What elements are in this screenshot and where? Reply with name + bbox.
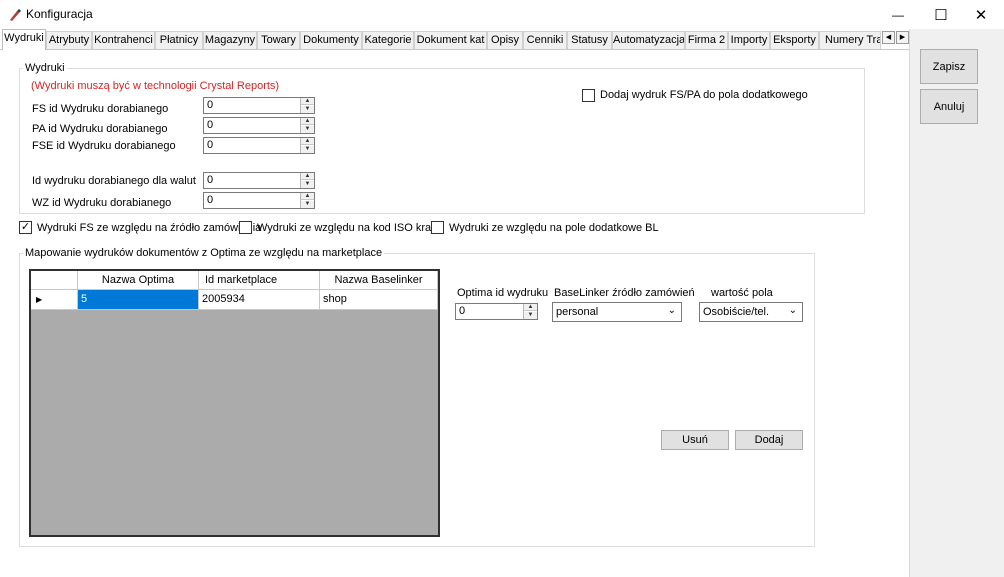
spin-up-icon[interactable]: ▲	[524, 304, 537, 311]
tab-importy[interactable]: Importy	[728, 31, 770, 49]
grid-cell-nazwa-optima[interactable]: 5	[78, 290, 199, 310]
spin-down-icon[interactable]: ▼	[524, 312, 537, 319]
tab-dokumenty[interactable]: Dokumenty	[300, 31, 362, 49]
tab-firma-2[interactable]: Firma 2	[685, 31, 728, 49]
spin-down-icon[interactable]: ▼	[301, 181, 314, 188]
crystal-reports-note: (Wydruki muszą być w technologii Crystal…	[31, 80, 280, 92]
field-value-value: Osobiście/tel.	[703, 306, 770, 318]
optima-id-label: Optima id wydruku	[457, 287, 549, 299]
fs-id-spinner[interactable]: 0 ▲ ▼	[203, 97, 315, 114]
currency-print-id-label: Id wydruku dorabianego dla walut	[32, 175, 196, 187]
iso-country-checkbox[interactable]	[239, 221, 252, 234]
field-value-label: wartość pola	[711, 287, 773, 299]
save-button[interactable]: Zapisz	[920, 49, 978, 84]
tab-platnicy[interactable]: Płatnicy	[155, 31, 203, 49]
currency-print-id-value: 0	[207, 174, 214, 186]
spin-up-icon[interactable]: ▲	[301, 138, 314, 145]
tab-dokument-kat[interactable]: Dokument kat	[414, 31, 487, 49]
tab-strip-border	[0, 49, 909, 50]
currency-print-id-spinner[interactable]: 0 ▲ ▼	[203, 172, 315, 189]
spin-down-icon[interactable]: ▼	[301, 201, 314, 208]
close-button[interactable]: ✕	[958, 0, 1004, 29]
tab-atrybuty[interactable]: Atrybuty	[46, 31, 92, 49]
fs-id-value: 0	[207, 99, 214, 111]
wydruki-group-title: Wydruki	[23, 62, 67, 74]
pa-id-value: 0	[207, 119, 214, 131]
tab-wydruki[interactable]: Wydruki	[2, 29, 46, 50]
title-bar: Konfiguracja — ☐ ✕	[0, 0, 1004, 29]
iso-country-label: Wydruki ze względu na kod ISO kraju	[257, 222, 440, 234]
bl-source-label: BaseLinker źródło zamówień	[554, 287, 695, 299]
window-title: Konfiguracja	[26, 7, 93, 21]
pa-id-spinner[interactable]: 0 ▲ ▼	[203, 117, 315, 134]
spin-up-icon[interactable]: ▲	[301, 173, 314, 180]
grid-header-nazwa-baselinker[interactable]: Nazwa Baselinker	[320, 271, 438, 290]
arrow-right-icon: ▶	[899, 34, 906, 41]
tab-numery-trac[interactable]: Numery Trac	[819, 31, 881, 49]
grid-corner-header	[31, 271, 78, 290]
source-order-checkbox[interactable]: ✓	[19, 221, 32, 234]
mapping-grid[interactable]: Nazwa Optima Id marketplace Nazwa Baseli…	[29, 269, 440, 537]
bl-extra-field-checkbox[interactable]	[431, 221, 444, 234]
chevron-down-icon: ⌄	[788, 305, 797, 316]
close-icon: ✕	[974, 6, 988, 24]
optima-id-value: 0	[459, 305, 466, 317]
fse-id-label: FSE id Wydruku dorabianego	[32, 140, 176, 152]
minimize-button[interactable]: —	[875, 0, 921, 29]
pa-id-label: PA id Wydruku dorabianego	[32, 123, 168, 135]
bl-source-value: personal	[556, 306, 599, 318]
fse-id-spinner[interactable]: 0 ▲ ▼	[203, 137, 315, 154]
tab-scroll-right-button[interactable]: ▶	[896, 31, 909, 44]
spin-up-icon[interactable]: ▲	[301, 98, 314, 105]
tab-eksporty[interactable]: Eksporty	[770, 31, 819, 49]
bl-source-select[interactable]: personal ⌄	[552, 302, 682, 322]
source-order-label: Wydruki FS ze względu na źródło zamówien…	[37, 222, 262, 234]
grid-cell-nazwa-baselinker[interactable]: shop	[320, 290, 438, 310]
fs-id-label: FS id Wydruku dorabianego	[32, 103, 169, 115]
add-button[interactable]: Dodaj	[735, 430, 803, 450]
field-value-select[interactable]: Osobiście/tel. ⌄	[699, 302, 803, 322]
wz-id-spinner[interactable]: 0 ▲ ▼	[203, 192, 315, 209]
tab-opisy[interactable]: Opisy	[487, 31, 523, 49]
chevron-down-icon: ⌄	[667, 305, 676, 316]
maximize-icon: ☐	[934, 6, 948, 24]
app-icon	[10, 9, 21, 21]
cancel-button[interactable]: Anuluj	[920, 89, 978, 124]
wz-id-label: WZ id Wydruku dorabianego	[32, 197, 172, 209]
add-fs-pa-label: Dodaj wydruk FS/PA do pola dodatkowego	[600, 89, 808, 101]
spin-up-icon[interactable]: ▲	[301, 193, 314, 200]
tab-towary[interactable]: Towary	[257, 31, 300, 49]
tab-automatyzacja[interactable]: Automatyzacja	[612, 31, 685, 49]
row-marker-icon[interactable]: ▶	[31, 290, 78, 310]
spin-up-icon[interactable]: ▲	[301, 118, 314, 125]
add-fs-pa-checkbox[interactable]	[582, 89, 595, 102]
mapping-group-title: Mapowanie wydruków dokumentów z Optima z…	[23, 247, 385, 259]
spin-down-icon[interactable]: ▼	[301, 106, 314, 113]
spin-down-icon[interactable]: ▼	[301, 126, 314, 133]
tab-statusy[interactable]: Statusy	[567, 31, 612, 49]
wz-id-value: 0	[207, 194, 214, 206]
tab-magazyny[interactable]: Magazyny	[203, 31, 257, 49]
grid-header-id-marketplace[interactable]: Id marketplace	[199, 271, 320, 290]
optima-id-spinner[interactable]: 0 ▲ ▼	[455, 303, 538, 320]
grid-cell-id-marketplace[interactable]: 2005934	[199, 290, 320, 310]
tab-kategorie[interactable]: Kategorie	[362, 31, 414, 49]
tab-scroll-left-button[interactable]: ◀	[882, 31, 895, 44]
tab-kontrahenci[interactable]: Kontrahenci	[92, 31, 155, 49]
remove-button[interactable]: Usuń	[661, 430, 729, 450]
bl-extra-field-label: Wydruki ze względu na pole dodatkowe BL	[449, 222, 659, 234]
fse-id-value: 0	[207, 139, 214, 151]
arrow-left-icon: ◀	[885, 34, 892, 41]
grid-header-nazwa-optima[interactable]: Nazwa Optima	[78, 271, 199, 290]
tab-cenniki[interactable]: Cenniki	[523, 31, 567, 49]
spin-down-icon[interactable]: ▼	[301, 146, 314, 153]
minimize-icon: —	[892, 7, 904, 22]
